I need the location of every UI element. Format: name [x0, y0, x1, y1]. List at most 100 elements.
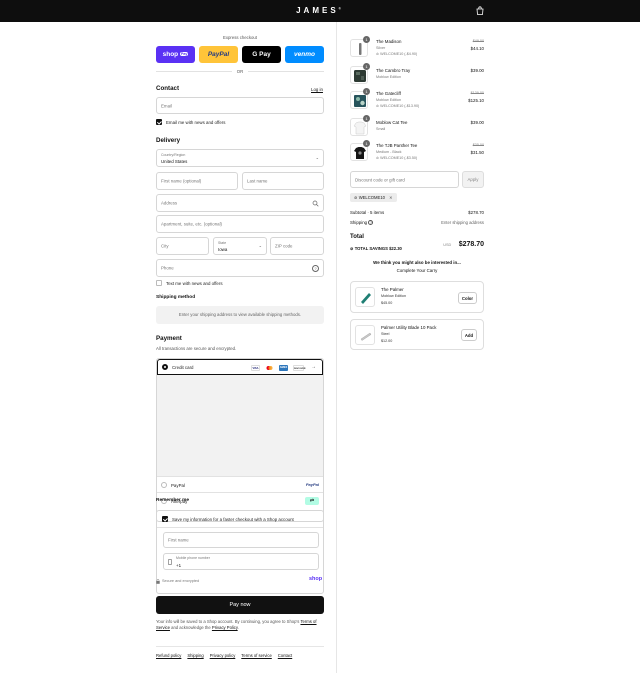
cart-item-old-price: $35.00	[472, 143, 484, 147]
log-in-link[interactable]: Log in	[311, 87, 323, 92]
last-name-field[interactable]: Last name	[242, 172, 324, 190]
privacy-policy-link[interactable]: Privacy Policy	[212, 625, 238, 630]
paypal-button[interactable]: PayPal	[199, 46, 238, 63]
email-news-checkbox[interactable]	[156, 119, 162, 125]
address-placeholder: Address	[161, 200, 178, 206]
discover-icon: DISCOVER	[293, 365, 305, 371]
divider	[248, 71, 324, 72]
add-button[interactable]: Add	[461, 329, 477, 341]
cart-item-variant: Medium - Black	[376, 150, 402, 154]
shopping-bag-icon[interactable]	[476, 6, 484, 15]
disclaimer-text: and acknowledge the	[171, 625, 211, 631]
mobile-phone-label: Mobile phone number	[176, 556, 210, 560]
tag-icon: ⊘	[376, 52, 380, 56]
cart-item-discount-text: WELCOME10 (-$3.50)	[380, 156, 418, 160]
currency-code: USD	[443, 243, 452, 247]
cart-item-discount-text: WELCOME10 (-$13.90)	[380, 104, 420, 108]
first-name-placeholder: First name (optional)	[161, 178, 202, 184]
recommendation-card[interactable]: Palmer Utility Blade 10 Pack Steel $12.0…	[350, 319, 484, 350]
cart-item-price: $39.00	[470, 68, 484, 73]
applied-discount-tag: ⊘ WELCOME10 ✕	[350, 193, 397, 202]
cart-item-name: Moblow Cat Tee	[376, 120, 408, 125]
divider	[156, 71, 232, 72]
paypal-label: PayPal	[207, 51, 230, 58]
venmo-label: venmo	[294, 51, 315, 58]
divider	[156, 646, 324, 647]
order-summary: 1 The Madison Silver ⊘ WELCOME10 (-$4.90…	[336, 22, 640, 673]
city-field[interactable]: City	[156, 237, 209, 255]
shipping-label: Shipping	[350, 220, 368, 225]
contact-link[interactable]: Contact	[278, 653, 292, 658]
shipping-method-heading: Shipping method	[156, 295, 196, 300]
lock-icon	[156, 579, 160, 584]
product-thumbnail: 1	[350, 63, 370, 84]
text-news-checkbox[interactable]	[156, 280, 162, 286]
state-select[interactable]: State Iowa ⌄	[213, 237, 267, 255]
brand-logo[interactable]: JAMES®	[0, 6, 640, 15]
cart-item-price: $39.00	[470, 120, 484, 125]
choose-color-button[interactable]: Color	[458, 292, 477, 304]
cart-item-variant: Moblow Edition	[376, 98, 402, 102]
disclaimer-text: .	[237, 625, 239, 631]
recommendation-price: $45.00	[381, 301, 393, 305]
address-field[interactable]: Address	[156, 194, 324, 212]
pay-now-button[interactable]: Pay now	[156, 596, 324, 614]
venmo-button[interactable]: venmo	[285, 46, 324, 63]
cart-item-old-price: $49.00	[472, 39, 484, 43]
email-field[interactable]: Email	[156, 97, 324, 114]
shipping-policy-link[interactable]: Shipping	[187, 653, 203, 658]
recommendation-variant: Moblow Edition	[381, 294, 407, 298]
paypal-option[interactable]: PayPal PayPal	[157, 476, 323, 492]
mobile-phone-value: +1	[176, 562, 182, 568]
google-pay-button[interactable]: G Pay	[242, 46, 281, 63]
total-savings-label: TOTAL SAVINGS	[354, 246, 388, 251]
cart-item-variant: Silver	[376, 46, 386, 50]
credit-card-option[interactable]: Credit card VISA AMEX DISCOVER →	[157, 359, 323, 375]
save-info-checkbox[interactable]	[162, 516, 168, 522]
first-name-field[interactable]: First name (optional)	[156, 172, 238, 190]
email-placeholder: Email	[161, 103, 172, 108]
zip-code-placeholder: ZIP code	[275, 243, 293, 249]
mobile-phone-field[interactable]: Mobile phone number +1	[163, 553, 319, 570]
remember-first-name-field[interactable]: First name	[163, 532, 319, 548]
tag-icon: ⊘	[354, 195, 358, 200]
search-icon	[312, 200, 319, 207]
email-news-label: Email me with news and offers	[166, 120, 226, 125]
chevron-down-icon: ⌄	[258, 243, 262, 248]
paypal-label: PayPal	[171, 482, 185, 488]
cart-item-price: $31.50	[470, 150, 484, 155]
discount-code-field[interactable]: Discount code or gift card	[350, 171, 459, 188]
amex-icon: AMEX	[279, 365, 288, 371]
refund-policy-link[interactable]: Refund policy	[156, 653, 181, 658]
shop-logo: shop	[309, 576, 323, 582]
country-select[interactable]: Country/Region United States ⌄	[156, 149, 324, 167]
zip-code-field[interactable]: ZIP code	[270, 237, 324, 255]
product-thumbnail: 1	[350, 115, 370, 136]
help-icon[interactable]: ?	[368, 220, 374, 225]
subtotal-value: $278.70	[468, 210, 484, 215]
terms-of-service-footer-link[interactable]: Terms of service	[241, 653, 271, 658]
shop-pay-button[interactable]: shop Pay	[156, 46, 195, 63]
total-row: USD $278.70	[443, 233, 484, 251]
shop-pay-badge: Pay	[179, 52, 189, 56]
recommendations-subtitle: Complete Your Carry	[396, 268, 438, 273]
recommendation-name: Palmer Utility Blade 10 Pack	[381, 325, 437, 330]
cart-item-variant: Small	[376, 127, 386, 131]
phone-field[interactable]: Phone ?	[156, 259, 324, 277]
phone-placeholder: Phone	[161, 265, 174, 271]
recommendation-card[interactable]: The Palmer Moblow Edition $45.00 Color	[350, 281, 484, 313]
apartment-field[interactable]: Apartment, suite, etc. (optional)	[156, 215, 324, 233]
apply-button[interactable]: Apply	[462, 171, 484, 188]
help-icon[interactable]: ?	[312, 264, 319, 272]
payment-subtitle: All transactions are secure and encrypte…	[156, 346, 237, 351]
privacy-policy-footer-link[interactable]: Privacy policy	[210, 653, 236, 658]
remove-discount-icon[interactable]: ✕	[389, 195, 393, 200]
quantity-badge: 1	[363, 88, 370, 95]
payment-heading: Payment	[156, 335, 182, 342]
more-cards-icon[interactable]: →	[311, 364, 316, 370]
shipping-value: Enter shipping address	[441, 220, 484, 225]
paypal-radio[interactable]	[161, 482, 167, 488]
recommendations-title: We think you might also be interested in…	[373, 260, 461, 265]
credit-card-radio[interactable]	[162, 364, 168, 370]
cart-item-price: $44.10	[470, 46, 484, 51]
